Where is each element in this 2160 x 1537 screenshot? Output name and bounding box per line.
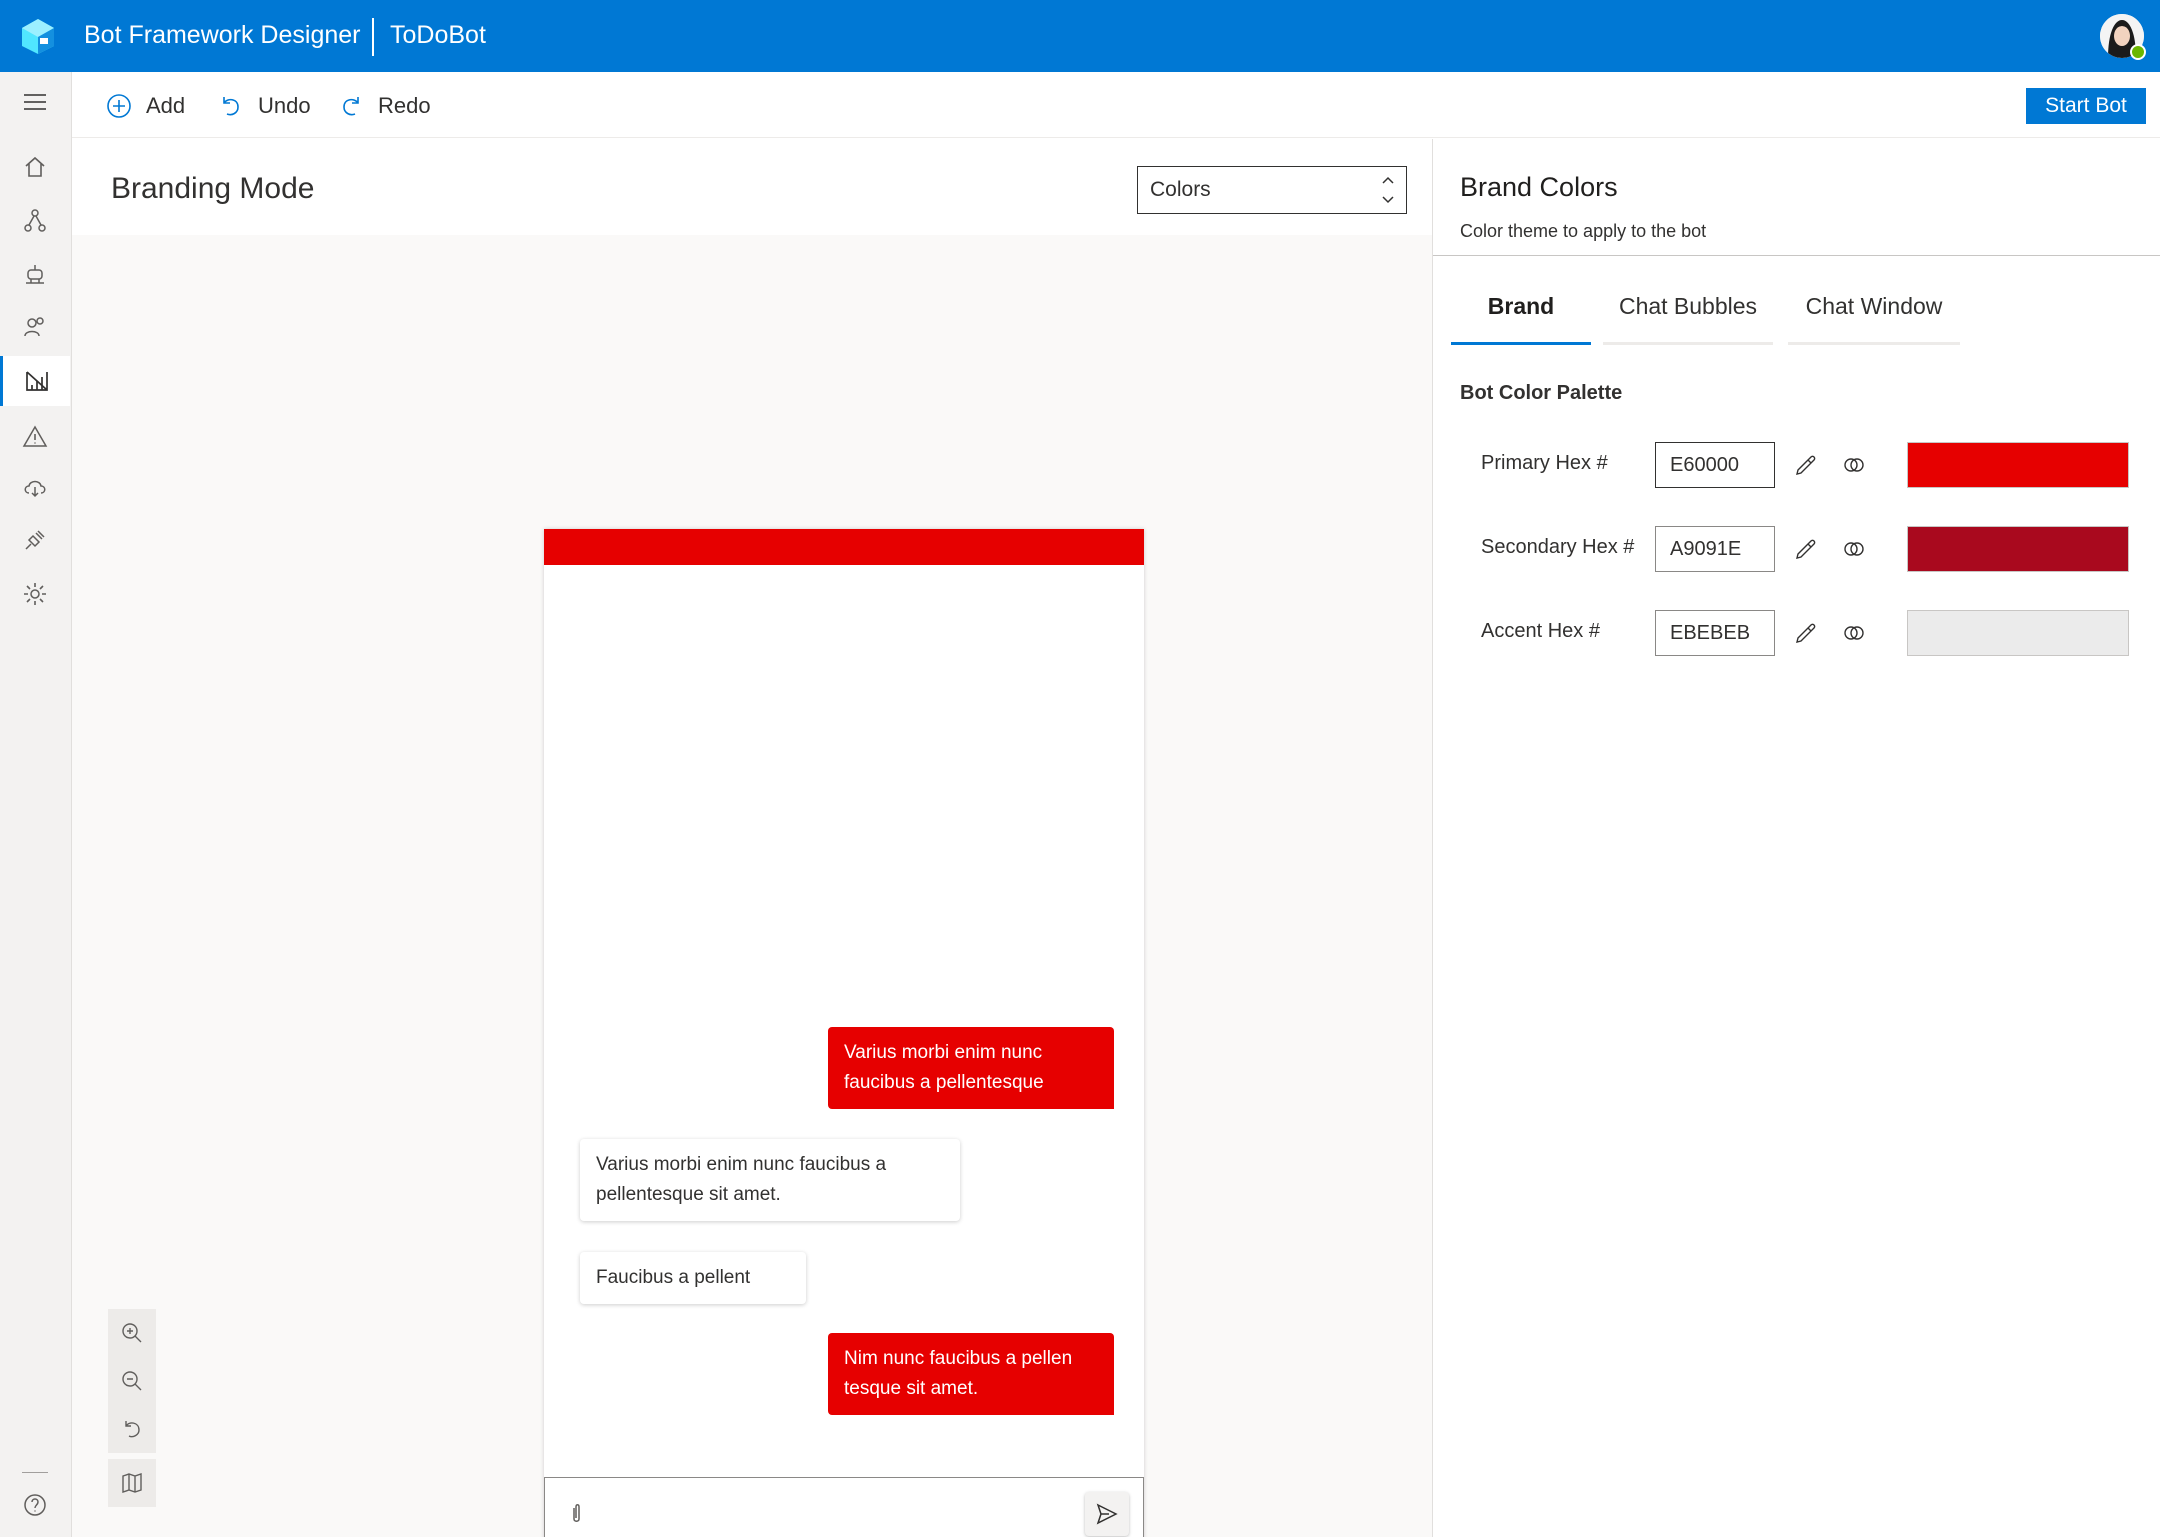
primary-eyedropper-button[interactable] <box>1791 450 1821 480</box>
chat-bubble-user: Nim nunc faucibus a pellen tesque sit am… <box>828 1333 1114 1415</box>
nav-item-help[interactable] <box>0 1480 70 1530</box>
nav-item-bot[interactable] <box>0 249 70 299</box>
top-bar: Bot Framework Designer ToDoBot <box>0 0 2160 72</box>
send-button[interactable] <box>1085 1492 1129 1536</box>
accent-hex-label: Accent Hex # <box>1481 620 1600 642</box>
zoom-out-button[interactable] <box>108 1357 156 1405</box>
panel-divider <box>1433 255 2160 256</box>
nav-item-warnings[interactable] <box>0 412 70 462</box>
eyedropper-icon <box>1796 539 1816 559</box>
chat-preview: Varius morbi enim nunc faucibus a pellen… <box>544 529 1144 1537</box>
warning-icon <box>22 425 48 447</box>
tab-chat-bubbles[interactable]: Chat Bubbles <box>1603 293 1773 345</box>
minimap-button[interactable] <box>108 1459 156 1507</box>
undo-button[interactable]: Undo <box>218 90 311 122</box>
users-icon <box>24 317 44 337</box>
bot-icon <box>26 265 44 284</box>
hamburger-icon <box>24 94 46 110</box>
command-bar: Add Undo Redo <box>72 72 2160 138</box>
zoom-in-button[interactable] <box>108 1309 156 1357</box>
section-label: Bot Color Palette <box>1460 382 1623 404</box>
rail-separator <box>22 1472 48 1473</box>
nav-item-connections[interactable] <box>0 515 70 565</box>
attachment-icon[interactable] <box>565 1502 589 1526</box>
accent-color-swatch[interactable] <box>1907 610 2129 656</box>
tab-brand[interactable]: Brand <box>1451 293 1591 345</box>
zoom-controls <box>108 1309 156 1453</box>
flow-icon <box>24 209 46 232</box>
project-name[interactable]: ToDoBot <box>390 21 486 50</box>
app-title: Bot Framework Designer <box>84 21 361 49</box>
panel-subtitle: Color theme to apply to the bot <box>1460 221 1707 241</box>
nav-item-settings[interactable] <box>0 569 70 619</box>
chat-preview-header <box>544 529 1144 565</box>
tab-chat-window[interactable]: Chat Window <box>1788 293 1960 345</box>
zoom-in-icon <box>122 1323 142 1343</box>
main-header: Branding Mode Colors <box>72 139 1432 235</box>
chevron-up-down-icon <box>1382 176 1394 204</box>
chat-bubble-bot: Varius morbi enim nunc faucibus a pellen… <box>580 1139 960 1221</box>
accent-hex-input[interactable] <box>1655 610 1775 656</box>
primary-link-button[interactable] <box>1839 450 1869 480</box>
eyedropper-icon <box>1796 623 1816 643</box>
settings-icon <box>24 583 46 605</box>
secondary-eyedropper-button[interactable] <box>1791 534 1821 564</box>
bot-framework-logo-icon <box>22 19 54 54</box>
secondary-hex-label: Secondary Hex # <box>1481 536 1635 558</box>
nav-item-flow[interactable] <box>0 196 70 246</box>
accent-link-button[interactable] <box>1839 618 1869 648</box>
undo-icon <box>223 97 239 116</box>
start-bot-button[interactable]: Start Bot <box>2026 88 2146 124</box>
home-icon <box>25 156 45 177</box>
nav-item-publish[interactable] <box>0 462 70 512</box>
title-divider <box>372 18 374 56</box>
primary-hex-label: Primary Hex # <box>1481 452 1608 474</box>
panel-title: Brand Colors <box>1460 172 1618 202</box>
properties-panel: Brand Colors Color theme to apply to the… <box>1432 139 2160 1537</box>
mode-select[interactable]: Colors <box>1137 166 1407 214</box>
primary-hex-input[interactable] <box>1655 442 1775 488</box>
undo-label: Undo <box>258 93 311 118</box>
link-icon <box>1844 542 1864 556</box>
chat-bubble-bot: Faucibus a pellent <box>580 1252 806 1304</box>
redo-button[interactable]: Redo <box>338 90 431 122</box>
page-title: Branding Mode <box>111 172 315 205</box>
reset-icon <box>125 1421 140 1438</box>
add-icon <box>107 94 131 118</box>
help-icon <box>24 1494 46 1516</box>
secondary-color-swatch[interactable] <box>1907 526 2129 572</box>
zoom-out-icon <box>122 1371 142 1391</box>
add-button[interactable]: Add <box>106 90 185 122</box>
send-icon <box>1096 1503 1118 1525</box>
redo-icon <box>343 97 359 116</box>
redo-label: Redo <box>378 93 431 118</box>
left-nav-rail <box>0 72 72 1537</box>
main-canvas: Branding Mode Colors Varius morbi enim n… <box>72 139 1432 1537</box>
nav-item-home[interactable] <box>0 142 70 192</box>
secondary-link-button[interactable] <box>1839 534 1869 564</box>
nav-item-branding[interactable] <box>0 356 70 406</box>
tab-label: Brand <box>1487 293 1555 319</box>
map-icon <box>122 1473 142 1493</box>
mode-select-value: Colors <box>1150 178 1211 201</box>
nav-item-users[interactable] <box>0 302 70 352</box>
link-icon <box>1844 458 1864 472</box>
tab-label: Chat Bubbles <box>1618 293 1758 319</box>
chat-composer[interactable] <box>544 1477 1144 1537</box>
cloud-icon <box>24 480 46 498</box>
plug-icon <box>25 530 45 550</box>
hamburger-menu-button[interactable] <box>0 77 70 127</box>
reset-view-button[interactable] <box>108 1405 156 1453</box>
presence-status-icon <box>2130 44 2146 60</box>
add-label: Add <box>146 93 186 118</box>
secondary-hex-input[interactable] <box>1655 526 1775 572</box>
link-icon <box>1844 626 1864 640</box>
primary-color-swatch[interactable] <box>1907 442 2129 488</box>
eyedropper-icon <box>1796 455 1816 475</box>
chat-bubble-user: Varius morbi enim nunc faucibus a pellen… <box>828 1027 1114 1109</box>
accent-eyedropper-button[interactable] <box>1791 618 1821 648</box>
tab-label: Chat Window <box>1805 293 1943 319</box>
branding-icon <box>25 371 48 391</box>
